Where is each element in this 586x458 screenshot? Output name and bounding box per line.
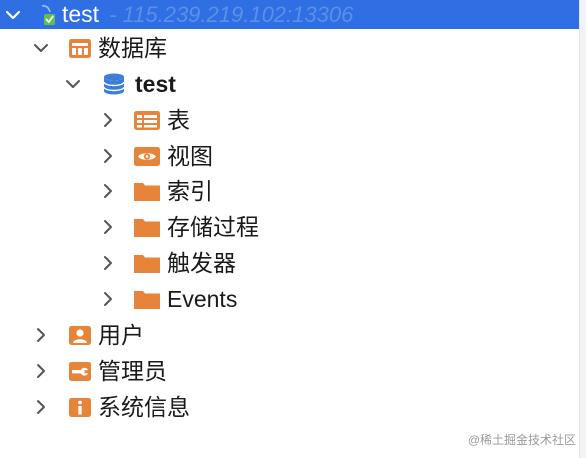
db-navigator-tree: test - 115.239.219.102:13306 数据库 test 表 … bbox=[0, 0, 586, 458]
info-icon bbox=[68, 395, 92, 419]
chevron-right-icon[interactable] bbox=[32, 362, 50, 380]
connection-address: - 115.239.219.102:13306 bbox=[109, 1, 354, 27]
folder-icon bbox=[133, 251, 161, 275]
admins-label: 管理员 bbox=[98, 357, 167, 384]
tree-node-procedures[interactable]: 存储过程 bbox=[0, 210, 579, 244]
chevron-right-icon[interactable] bbox=[32, 398, 50, 416]
table-icon bbox=[133, 108, 161, 132]
chevron-right-icon[interactable] bbox=[99, 254, 117, 272]
folder-icon bbox=[133, 215, 161, 239]
triggers-label: 触发器 bbox=[167, 249, 236, 276]
chevron-right-icon[interactable] bbox=[99, 147, 117, 165]
wrench-icon bbox=[68, 359, 92, 383]
chevron-right-icon[interactable] bbox=[99, 218, 117, 236]
database-cylinder-icon bbox=[102, 72, 126, 96]
sysinfo-label: 系统信息 bbox=[98, 393, 190, 420]
tree-node-sysinfo[interactable]: 系统信息 bbox=[0, 390, 579, 424]
databases-folder-icon bbox=[68, 36, 92, 60]
watermark: @稀土掘金技术社区 bbox=[467, 433, 576, 447]
tree-node-indexes[interactable]: 索引 bbox=[0, 174, 579, 208]
databases-label: 数据库 bbox=[98, 34, 167, 61]
tables-label: 表 bbox=[167, 106, 190, 133]
chevron-right-icon[interactable] bbox=[99, 290, 117, 308]
views-label: 视图 bbox=[167, 142, 213, 169]
tree-node-events[interactable]: Events bbox=[0, 282, 579, 316]
procedures-label: 存储过程 bbox=[167, 213, 259, 240]
chevron-down-icon[interactable] bbox=[32, 39, 50, 57]
chevron-down-icon[interactable] bbox=[64, 75, 82, 93]
chevron-right-icon[interactable] bbox=[32, 326, 50, 344]
eye-icon bbox=[133, 144, 161, 168]
chevron-down-icon[interactable] bbox=[4, 6, 22, 24]
user-icon bbox=[68, 323, 92, 347]
tree-node-admins[interactable]: 管理员 bbox=[0, 354, 579, 388]
database-name: test bbox=[135, 70, 176, 97]
events-label: Events bbox=[167, 285, 238, 312]
tree-node-database-test[interactable]: test bbox=[0, 67, 579, 101]
connection-name: test bbox=[62, 1, 100, 27]
folder-icon bbox=[133, 287, 161, 311]
folder-icon bbox=[133, 179, 161, 203]
tree-node-users[interactable]: 用户 bbox=[0, 318, 579, 352]
users-label: 用户 bbox=[98, 321, 144, 348]
tree-node-views[interactable]: 视图 bbox=[0, 139, 579, 173]
scroll-edge bbox=[579, 0, 586, 458]
chevron-right-icon[interactable] bbox=[99, 111, 117, 129]
tree-node-triggers[interactable]: 触发器 bbox=[0, 246, 579, 280]
indexes-label: 索引 bbox=[167, 177, 213, 204]
tree-node-connection[interactable]: test - 115.239.219.102:13306 bbox=[0, 0, 579, 29]
tree-node-databases[interactable]: 数据库 bbox=[0, 31, 579, 65]
mysql-dolphin-icon bbox=[38, 3, 60, 27]
tree-node-tables[interactable]: 表 bbox=[0, 103, 579, 137]
chevron-right-icon[interactable] bbox=[99, 182, 117, 200]
